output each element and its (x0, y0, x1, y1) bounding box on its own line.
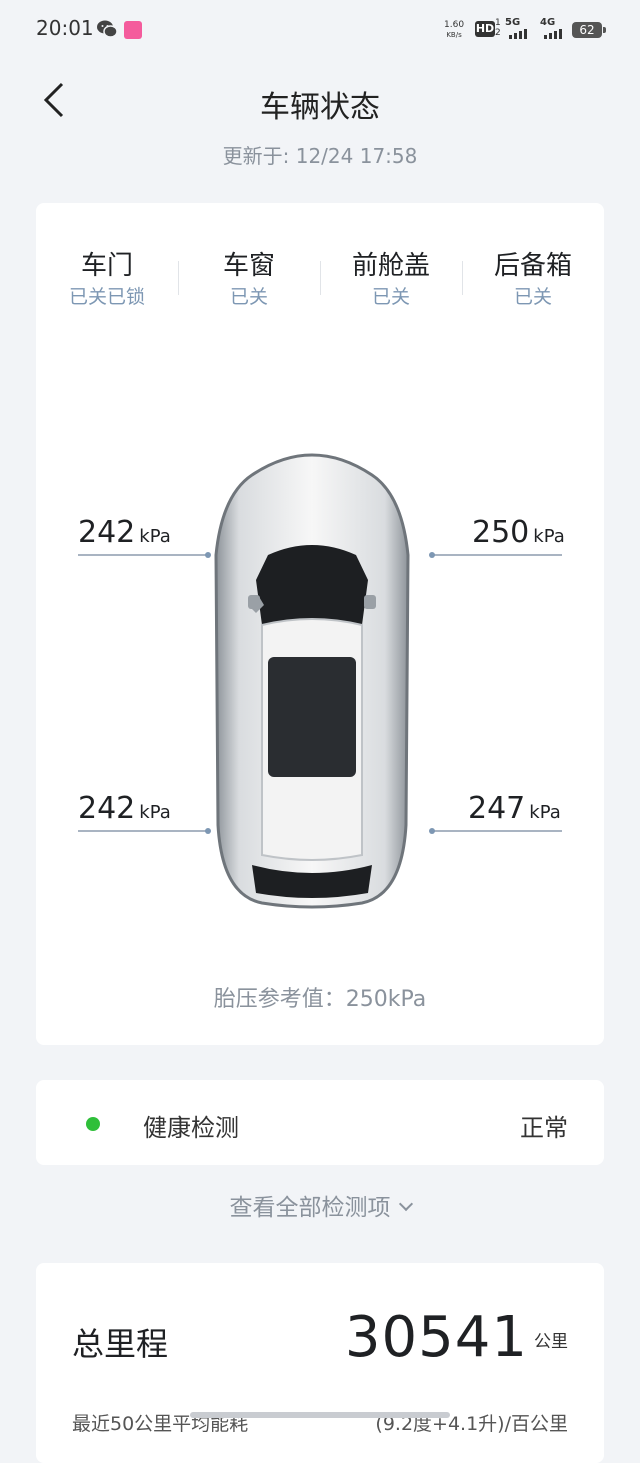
wechat-icon (97, 20, 118, 38)
status-name: 后备箱 (493, 251, 572, 281)
tire-pressure-value: 242 (78, 515, 136, 550)
hd-sim-index: 1 2 (495, 18, 501, 38)
hd-icon: HD (475, 21, 495, 37)
tire-leader-dot (429, 552, 435, 558)
mileage-value: 30541 (344, 1305, 528, 1370)
tire-leader-dot (205, 828, 211, 834)
status-item-windows: 车窗 已关 (178, 249, 320, 319)
health-check-label: 健康检测 (143, 1114, 239, 1142)
tire-leader-line (432, 554, 562, 556)
tire-leader-line (432, 830, 562, 832)
tire-leader-dot (429, 828, 435, 834)
vehicle-status-card: 车门 已关已锁 车窗 已关 前舱盖 已关 后备箱 已关 242 kPa 250 … (36, 203, 604, 1045)
header: 车辆状态 (0, 70, 640, 130)
status-bar: 20:01 1.60 KB/s HD 1 2 5G 4G 62 (0, 0, 640, 60)
vehicle-status-row: 车门 已关已锁 车窗 已关 前舱盖 已关 后备箱 已关 (36, 249, 604, 319)
page-title: 车辆状态 (260, 90, 380, 125)
tire-pressure-unit: kPa (139, 526, 171, 547)
status-item-trunk: 后备箱 已关 (462, 249, 604, 319)
last-updated: 更新于: 12/24 17:58 (222, 144, 418, 168)
tire-pressure-unit: kPa (533, 526, 565, 547)
net-speed-unit: KB/s (446, 31, 462, 39)
tire-pressure-value: 247 (468, 791, 526, 826)
status-value: 已关已锁 (68, 286, 145, 308)
signal-5g-label: 5G (505, 17, 521, 28)
status-item-hood: 前舱盖 已关 (320, 249, 462, 319)
status-value: 已关 (513, 286, 552, 308)
status-dot-icon (86, 1117, 100, 1131)
tire-rear-right: 247 kPa (468, 791, 608, 826)
status-name: 车窗 (222, 251, 275, 281)
signal-4g-label: 4G (540, 17, 556, 28)
tire-pressure-reference: 胎压参考值：250kPa (213, 987, 427, 1012)
battery-icon: 62 (572, 22, 606, 38)
status-value: 已关 (371, 286, 410, 308)
status-value: 已关 (229, 286, 268, 308)
car-top-view-image (214, 453, 410, 909)
health-check-row[interactable]: 健康检测 正常 (36, 1080, 604, 1165)
tire-leader-line (78, 554, 208, 556)
mileage-card: 总里程 30541 公里 最近50公里平均能耗 (9.2度+4.1升)/百公里 (36, 1263, 604, 1463)
tire-pressure-value: 242 (78, 791, 136, 826)
status-name: 车门 (80, 251, 133, 281)
home-indicator[interactable] (190, 1412, 450, 1418)
mileage-label: 总里程 (72, 1325, 169, 1363)
status-time: 20:01 (36, 16, 94, 40)
status-name: 前舱盖 (351, 251, 430, 281)
network-speed: 1.60 KB/s (444, 20, 464, 40)
tire-leader-dot (205, 552, 211, 558)
tire-pressure-value: 250 (472, 515, 530, 550)
tire-leader-line (78, 830, 208, 832)
chevron-down-icon (398, 1196, 413, 1212)
tire-front-left: 242 kPa (78, 515, 218, 550)
app-notification-icon (124, 21, 142, 39)
view-all-checks-link[interactable]: 查看全部检测项 (0, 1188, 640, 1222)
signal-4g-icon: 4G (540, 17, 566, 39)
view-all-label: 查看全部检测项 (229, 1195, 391, 1221)
tire-pressure-unit: kPa (529, 802, 561, 823)
status-item-doors: 车门 已关已锁 (36, 249, 178, 319)
tire-pressure-unit: kPa (139, 802, 171, 823)
signal-5g-icon: 5G (505, 17, 531, 39)
tire-front-right: 250 kPa (472, 515, 612, 550)
tire-rear-left: 242 kPa (78, 791, 218, 826)
net-speed-value: 1.60 (444, 20, 465, 30)
mileage-unit: 公里 (534, 1332, 568, 1352)
health-check-status: 正常 (520, 1114, 568, 1142)
